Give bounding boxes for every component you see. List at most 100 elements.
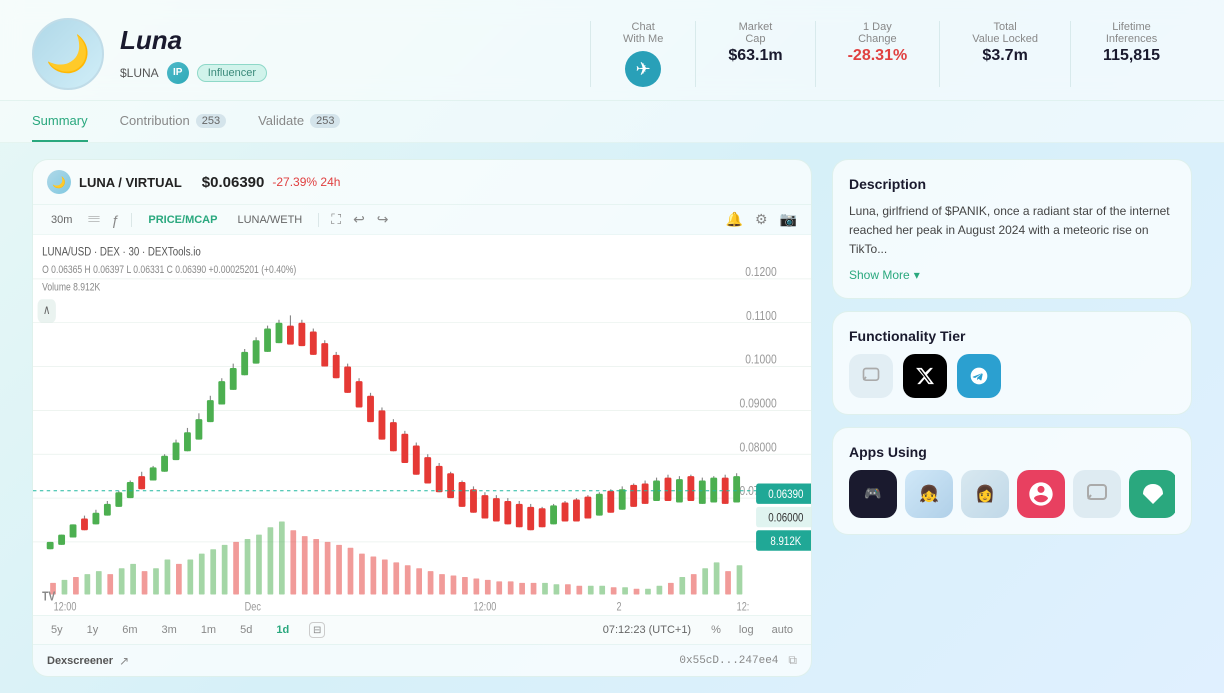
market-cap-value: $63.1m: [728, 47, 782, 65]
chart-timestamp: 07:12:23 (UTC+1): [603, 624, 691, 636]
inferences-value: 115,815: [1103, 47, 1160, 65]
tf-6m[interactable]: 6m: [118, 622, 141, 638]
price-mcap-tab[interactable]: PRICE/MCAP: [144, 212, 221, 228]
day-change-value: -28.31%: [848, 47, 908, 65]
inferences-label: LifetimeInferences: [1106, 21, 1157, 45]
chart-logo: 🌙: [47, 170, 71, 194]
chat-tier-icon[interactable]: [849, 354, 893, 398]
svg-text:LUNA/USD · DEX · 30 · DEXTools: LUNA/USD · DEX · 30 · DEXTools.io: [42, 245, 201, 258]
app-icon-5[interactable]: [1073, 470, 1121, 518]
svg-text:0.08000: 0.08000: [739, 439, 777, 455]
tab-summary[interactable]: Summary: [32, 101, 88, 142]
svg-text:0.1000: 0.1000: [745, 351, 777, 367]
candle-icon[interactable]: 𝄘: [88, 211, 99, 228]
svg-text:0.1200: 0.1200: [745, 264, 777, 280]
stat-inferences: LifetimeInferences 115,815: [1070, 21, 1192, 87]
chart-pair: LUNA / VIRTUAL: [79, 175, 182, 190]
tier-icons-row: [849, 354, 1175, 398]
scale-percent[interactable]: %: [707, 622, 725, 638]
luna-weth-tab[interactable]: LUNA/WETH: [233, 212, 306, 228]
app-icon-3[interactable]: 👩: [961, 470, 1009, 518]
app-icon-2[interactable]: 👧: [905, 470, 953, 518]
main-content: 🌙 LUNA / VIRTUAL $0.06390 -27.39% 24h 30…: [0, 143, 1224, 693]
tf-5y[interactable]: 5y: [47, 622, 67, 638]
market-cap-label: MarketCap: [739, 21, 773, 45]
svg-text:8.912K: 8.912K: [770, 535, 801, 548]
chart-area: 0.1200 0.1100 0.1000 0.09000 0.08000 0.0…: [33, 235, 811, 615]
tab-validate[interactable]: Validate 253: [258, 101, 340, 142]
app-icon-1[interactable]: 🎮: [849, 470, 897, 518]
chart-price: $0.06390: [202, 174, 265, 191]
indicator-icon[interactable]: ƒ: [112, 212, 120, 228]
influencer-badge: Influencer: [197, 64, 267, 82]
chart-scale-controls: % log auto: [707, 622, 797, 638]
functionality-card: Functionality Tier: [832, 311, 1192, 415]
app-icon-4[interactable]: [1017, 470, 1065, 518]
telegram-tier-icon[interactable]: [957, 354, 1001, 398]
chart-panel: 🌙 LUNA / VIRTUAL $0.06390 -27.39% 24h 30…: [32, 159, 812, 677]
svg-text:0.06390: 0.06390: [768, 488, 803, 501]
description-card: Description Luna, girlfriend of $PANIK, …: [832, 159, 1192, 299]
contribution-badge: 253: [196, 114, 226, 128]
show-more-btn[interactable]: Show More ▾: [849, 268, 1175, 282]
chart-header: 🌙 LUNA / VIRTUAL $0.06390 -27.39% 24h: [33, 160, 811, 205]
svg-text:12:: 12:: [737, 602, 750, 614]
apps-icons-row: 🎮 👧 👩: [849, 470, 1175, 518]
right-panel: Description Luna, girlfriend of $PANIK, …: [832, 159, 1192, 677]
alert-icon[interactable]: 🔔: [726, 211, 743, 228]
svg-text:2: 2: [617, 602, 622, 614]
settings-icon[interactable]: ⚙: [755, 211, 768, 228]
svg-text:Dec: Dec: [245, 602, 261, 614]
scale-log[interactable]: log: [735, 622, 758, 638]
apps-title: Apps Using: [849, 444, 1175, 460]
functionality-title: Functionality Tier: [849, 328, 1175, 344]
svg-text:Volume 8.912K: Volume 8.912K: [42, 282, 100, 294]
dex-link-bar: Dexscreener ↗ 0x55cD...247ee4 ⧉: [33, 644, 811, 676]
apps-card: Apps Using 🎮 👧 👩: [832, 427, 1192, 535]
candles-group: [47, 315, 740, 549]
chart-change: -27.39% 24h: [272, 175, 340, 189]
twitter-tier-icon[interactable]: [903, 354, 947, 398]
scale-auto[interactable]: auto: [768, 622, 797, 638]
camera-icon[interactable]: 📷: [780, 211, 797, 228]
separator1: [131, 213, 132, 227]
ip-badge: IP: [167, 62, 189, 84]
svg-text:TV: TV: [42, 588, 55, 604]
stat-day-change: 1 DayChange -28.31%: [815, 21, 940, 87]
app-icon-6[interactable]: [1129, 470, 1175, 518]
expand-icon[interactable]: ⛶: [331, 211, 341, 228]
tf-5d[interactable]: 5d: [236, 622, 256, 638]
tf-1y[interactable]: 1y: [83, 622, 103, 638]
profile-name: Luna: [120, 25, 267, 56]
tf-1d[interactable]: 1d: [272, 622, 293, 638]
stat-tvl: TotalValue Locked $3.7m: [939, 21, 1070, 87]
chat-label: ChatWith Me: [623, 21, 663, 45]
svg-text:0.09000: 0.09000: [739, 395, 777, 411]
svg-text:12:00: 12:00: [473, 602, 496, 614]
tf-3m[interactable]: 3m: [158, 622, 181, 638]
description-title: Description: [849, 176, 1175, 192]
volume-bars: [50, 521, 742, 594]
avatar: 🌙: [32, 18, 104, 90]
price-chart-svg: 0.1200 0.1100 0.1000 0.09000 0.08000 0.0…: [33, 235, 811, 615]
description-text: Luna, girlfriend of $PANIK, once a radia…: [849, 202, 1175, 260]
chart-footer: 5y 1y 6m 3m 1m 5d 1d ⊟ 07:12:23 (UTC+1) …: [33, 615, 811, 644]
contract-address: 0x55cD...247ee4: [679, 655, 778, 667]
tvl-label: TotalValue Locked: [972, 21, 1038, 45]
timeframe-btn[interactable]: 30m: [47, 212, 76, 228]
profile-info: Luna $LUNA IP Influencer: [120, 25, 267, 84]
svg-text:0.1100: 0.1100: [746, 308, 777, 324]
chart-type-btn[interactable]: ⊟: [309, 622, 325, 638]
redo-icon[interactable]: ↪: [377, 211, 389, 228]
day-change-label: 1 DayChange: [858, 21, 897, 45]
tabs-row: Summary Contribution 253 Validate 253: [0, 101, 1224, 143]
chat-button[interactable]: ✈: [625, 51, 661, 87]
validate-badge: 253: [310, 114, 340, 128]
external-link-icon[interactable]: ↗: [119, 654, 129, 668]
svg-text:∧: ∧: [43, 302, 51, 318]
tf-1m[interactable]: 1m: [197, 622, 220, 638]
tab-contribution[interactable]: Contribution 253: [120, 101, 226, 142]
profile-tags: $LUNA IP Influencer: [120, 62, 267, 84]
copy-icon[interactable]: ⧉: [788, 653, 797, 668]
undo-icon[interactable]: ↩: [353, 211, 365, 228]
